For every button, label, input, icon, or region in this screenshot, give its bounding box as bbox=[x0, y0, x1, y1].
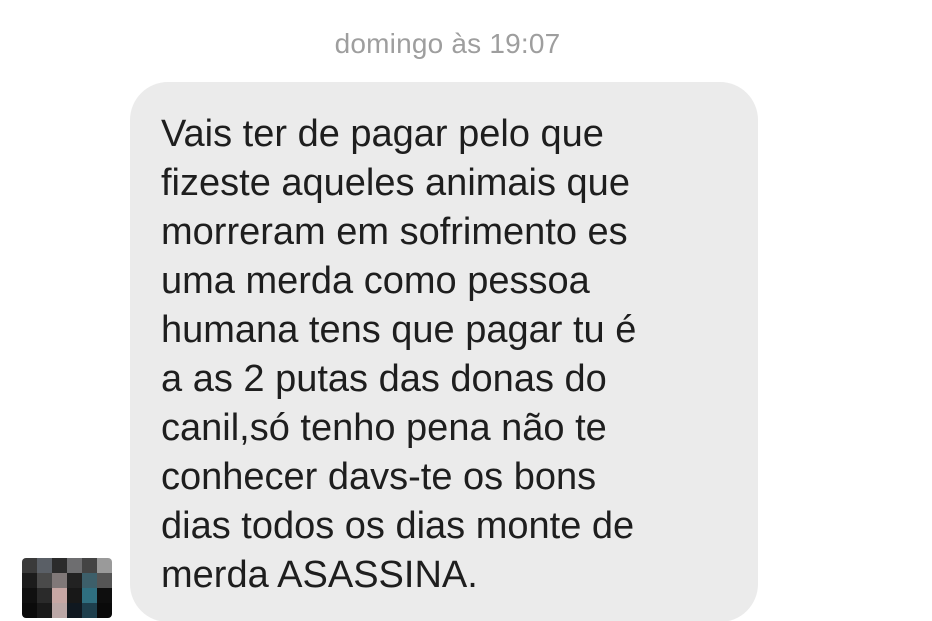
sender-avatar[interactable] bbox=[22, 558, 112, 618]
message-bubble[interactable]: Vais ter de pagar pelo que fizeste aquel… bbox=[130, 82, 758, 621]
chat-screen: domingo às 19:07 Vais ter de pagar pelo … bbox=[0, 0, 932, 621]
incoming-message-row: Vais ter de pagar pelo que fizeste aquel… bbox=[0, 0, 932, 621]
message-text: Vais ter de pagar pelo que fizeste aquel… bbox=[161, 113, 637, 596]
